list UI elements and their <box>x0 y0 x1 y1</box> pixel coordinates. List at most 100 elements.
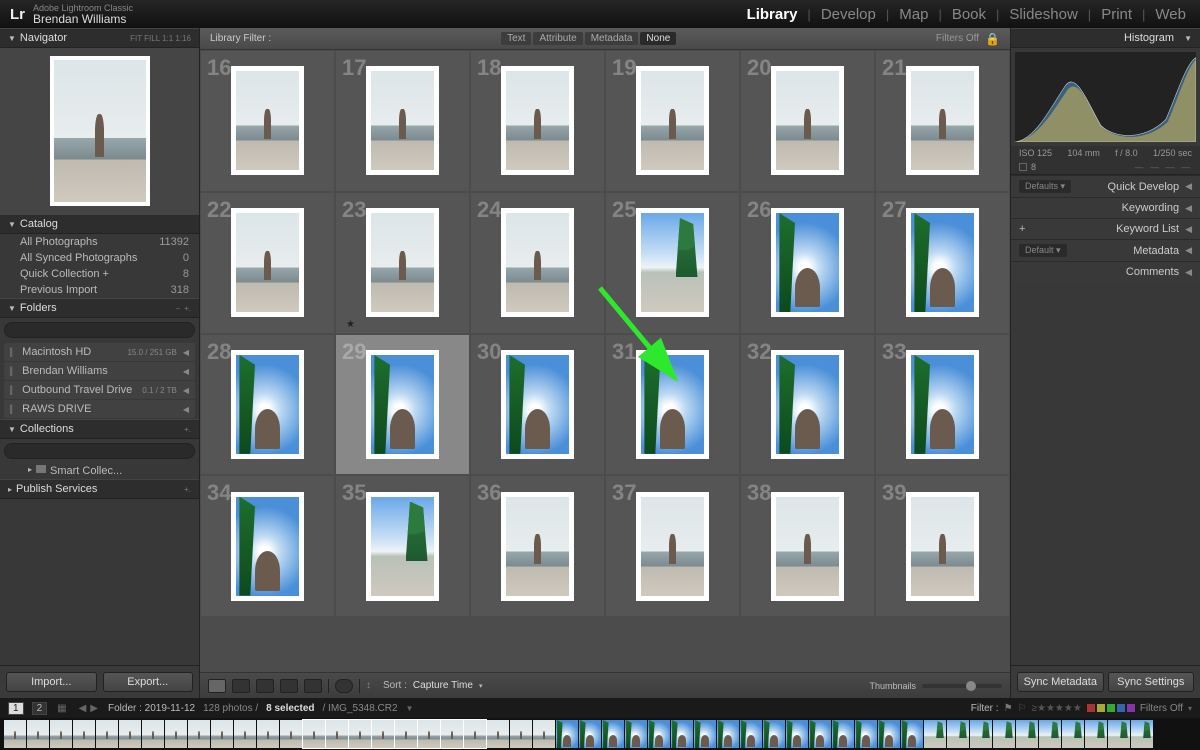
grid-view-button[interactable] <box>208 679 226 693</box>
filter-tab-none[interactable]: None <box>640 32 676 45</box>
filmstrip-thumb[interactable] <box>211 720 233 748</box>
folders-header[interactable]: ▼ Folders − +. <box>0 298 199 318</box>
sort-value[interactable]: Capture Time <box>413 680 473 691</box>
color-filter[interactable] <box>1087 704 1135 712</box>
thumbnail-cell[interactable]: 31 <box>605 334 740 476</box>
panel-keywording[interactable]: Keywording◀ <box>1011 197 1200 218</box>
thumbnail-cell[interactable]: 17 <box>335 50 470 192</box>
chevron-down-icon[interactable]: ▾ <box>1188 704 1192 713</box>
filmstrip-thumb[interactable] <box>165 720 187 748</box>
filmstrip-thumb[interactable] <box>1039 720 1061 748</box>
filmstrip-thumb[interactable] <box>280 720 302 748</box>
filmstrip-thumb[interactable] <box>740 720 762 748</box>
thumbnail-cell[interactable]: 37 <box>605 475 740 617</box>
drive-item[interactable]: ▍Outbound Travel Drive0.1 / 2 TB◀ <box>4 381 195 399</box>
thumbnail-cell[interactable]: 16 <box>200 50 335 192</box>
filmstrip-thumb[interactable] <box>395 720 417 748</box>
thumbnail-size-slider[interactable] <box>922 684 1002 688</box>
nav-back-icon[interactable]: ◀ <box>77 703 89 714</box>
status-filters-off[interactable]: Filters Off <box>1140 703 1183 714</box>
thumbnail-cell[interactable]: 19 <box>605 50 740 192</box>
module-library[interactable]: Library <box>743 4 802 25</box>
filmstrip-thumb[interactable] <box>142 720 164 748</box>
filmstrip-thumb[interactable] <box>50 720 72 748</box>
sync-metadata-button[interactable]: Sync Metadata <box>1017 672 1104 692</box>
thumbnail-cell[interactable]: 27 <box>875 192 1010 334</box>
thumbnail-cell[interactable]: 20 <box>740 50 875 192</box>
filmstrip-thumb[interactable] <box>349 720 371 748</box>
filter-tab-metadata[interactable]: Metadata <box>585 32 639 45</box>
thumbnail-cell[interactable]: 38 <box>740 475 875 617</box>
panel-metadata[interactable]: Default ▾Metadata◀ <box>1011 239 1200 261</box>
filmstrip-thumb[interactable] <box>533 720 555 748</box>
compare-view-button[interactable] <box>256 679 274 693</box>
filmstrip-thumb[interactable] <box>855 720 877 748</box>
module-develop[interactable]: Develop <box>817 4 880 25</box>
import-button[interactable]: Import... <box>6 672 97 692</box>
collections-header[interactable]: ▼ Collections +. <box>0 419 199 439</box>
catalog-item[interactable]: All Synced Photographs0 <box>0 250 199 266</box>
filmstrip-thumb[interactable] <box>96 720 118 748</box>
filmstrip-thumb[interactable] <box>970 720 992 748</box>
second-monitor-2[interactable]: 2 <box>32 702 48 715</box>
filmstrip-thumb[interactable] <box>234 720 256 748</box>
thumbnail-cell[interactable]: 36 <box>470 475 605 617</box>
filmstrip-thumb[interactable] <box>1062 720 1084 748</box>
histogram-header[interactable]: Histogram ▼ <box>1011 28 1200 48</box>
drive-item[interactable]: ▍RAWS DRIVE◀ <box>4 400 195 418</box>
thumbnail-cell[interactable]: 23★ <box>335 192 470 334</box>
module-book[interactable]: Book <box>948 4 990 25</box>
nav-fwd-icon[interactable]: ▶ <box>88 703 100 714</box>
thumbnail-cell[interactable]: 35 <box>335 475 470 617</box>
filmstrip-thumb[interactable] <box>418 720 440 748</box>
grid-mode-icon[interactable]: ▦ <box>55 703 68 714</box>
catalog-header[interactable]: ▼ Catalog <box>0 214 199 234</box>
filmstrip-thumb[interactable] <box>786 720 808 748</box>
filmstrip-thumb[interactable] <box>464 720 486 748</box>
chevron-down-icon[interactable]: ▼ <box>406 704 414 713</box>
survey-view-button[interactable] <box>280 679 298 693</box>
plus-icon[interactable]: +. <box>184 304 191 313</box>
thumbnail-cell[interactable]: 21 <box>875 50 1010 192</box>
thumbnail-cell[interactable]: 33 <box>875 334 1010 476</box>
publish-header[interactable]: ▸ Publish Services +. <box>0 479 199 499</box>
flag-reject-icon[interactable]: ⚐ <box>1018 703 1027 714</box>
filmstrip-thumb[interactable] <box>1108 720 1130 748</box>
filmstrip-thumb[interactable] <box>832 720 854 748</box>
second-monitor-1[interactable]: 1 <box>8 702 24 715</box>
plus-icon[interactable]: +. <box>184 425 191 434</box>
preset-pill[interactable]: Defaults ▾ <box>1019 180 1071 193</box>
module-map[interactable]: Map <box>895 4 932 25</box>
filters-off-label[interactable]: Filters Off <box>936 33 979 44</box>
filmstrip-thumb[interactable] <box>648 720 670 748</box>
status-folder[interactable]: Folder : 2019-11-12 <box>108 703 195 714</box>
drive-item[interactable]: ▍Macintosh HD15.0 / 251 GB◀ <box>4 343 195 361</box>
people-view-button[interactable] <box>304 679 322 693</box>
thumbnail-cell[interactable]: 29 <box>335 334 470 476</box>
filmstrip-thumb[interactable] <box>1016 720 1038 748</box>
thumbnail-cell[interactable]: 30 <box>470 334 605 476</box>
filmstrip-thumb[interactable] <box>1085 720 1107 748</box>
filmstrip-thumb[interactable] <box>901 720 923 748</box>
filmstrip-thumb[interactable] <box>717 720 739 748</box>
thumbnail-grid[interactable]: 1617181920212223★24252627282930313233343… <box>200 50 1010 672</box>
thumbnail-cell[interactable]: 32 <box>740 334 875 476</box>
filmstrip-thumb[interactable] <box>878 720 900 748</box>
thumbnail-cell[interactable]: 34 <box>200 475 335 617</box>
navigator-header[interactable]: ▼ Navigator FIT FILL 1:1 1:16 <box>0 28 199 48</box>
filmstrip-thumb[interactable] <box>625 720 647 748</box>
filmstrip-thumb[interactable] <box>510 720 532 748</box>
filmstrip-thumb[interactable] <box>119 720 141 748</box>
folders-filter-input[interactable] <box>4 322 195 338</box>
filmstrip-thumb[interactable] <box>602 720 624 748</box>
filmstrip-thumb[interactable] <box>556 720 578 748</box>
filmstrip-thumb[interactable] <box>671 720 693 748</box>
thumbnail-cell[interactable]: 24 <box>470 192 605 334</box>
filmstrip-thumb[interactable] <box>4 720 26 748</box>
module-print[interactable]: Print <box>1097 4 1136 25</box>
collection-item[interactable]: ▸ Smart Collec... <box>0 463 199 479</box>
filmstrip-thumb[interactable] <box>73 720 95 748</box>
sync-settings-button[interactable]: Sync Settings <box>1108 672 1195 692</box>
filmstrip-thumb[interactable] <box>694 720 716 748</box>
minus-icon[interactable]: − <box>175 304 180 313</box>
